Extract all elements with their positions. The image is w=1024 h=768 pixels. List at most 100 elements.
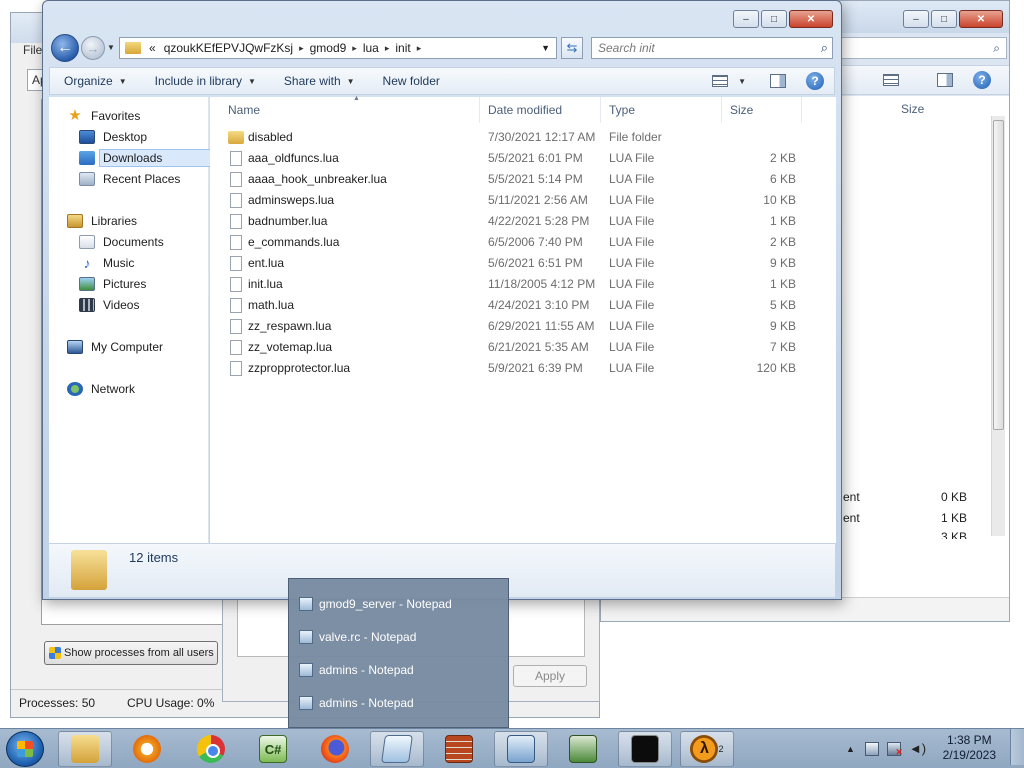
file-row[interactable]: badnumber.lua 4/22/2021 5:28 PM LUA File 1 … xyxy=(210,211,836,232)
column-header-type[interactable]: Type xyxy=(601,97,722,123)
address-bar[interactable]: « qzoukKEfEPVJQwFzKsj ▸ gmod9 ▸ lua ▸ in… xyxy=(119,37,557,59)
column-header-name[interactable]: Name ▲ xyxy=(220,95,480,123)
popup-item-notepad[interactable]: gmod9_server - Notepad xyxy=(299,591,499,617)
search-icon[interactable]: ⌕ xyxy=(821,40,828,56)
start-button[interactable] xyxy=(6,731,44,767)
breadcrumb-separator-icon[interactable]: ▸ xyxy=(383,43,392,54)
column-header-date[interactable]: Date modified xyxy=(480,97,601,123)
popup-item-notepad[interactable]: admins - Notepad xyxy=(299,657,499,683)
file-row[interactable]: aaaa_hook_unbreaker.lua 5/5/2021 5:14 PM L… xyxy=(210,169,836,190)
file-name: ent.lua xyxy=(248,256,285,270)
action-center-icon[interactable] xyxy=(864,742,879,756)
change-view-icon[interactable] xyxy=(712,75,729,87)
taskbar-half-life-2[interactable]: λ 2 xyxy=(680,731,734,767)
share-with-button[interactable]: Share with ▼ xyxy=(270,74,369,88)
close-icon[interactable]: ✕ xyxy=(789,10,833,28)
nav-item-favorites[interactable]: ★ Favorites xyxy=(67,106,225,126)
taskbar-notepad[interactable] xyxy=(370,731,424,767)
show-desktop-button[interactable] xyxy=(1010,729,1024,765)
background-size-header[interactable]: Size xyxy=(901,102,924,116)
file-size: 120 KB xyxy=(756,361,796,375)
apply-button[interactable]: Apply xyxy=(513,665,587,687)
taskbar-csharp-ide[interactable]: C# xyxy=(246,731,300,767)
file-name: e_commands.lua xyxy=(248,235,340,249)
share-label: Share with xyxy=(283,74,341,88)
file-row[interactable]: e_commands.lua 6/5/2006 7:40 PM LUA File 2 … xyxy=(210,232,836,253)
forward-button[interactable]: → xyxy=(81,36,105,60)
breadcrumb-segment[interactable]: init xyxy=(391,41,414,55)
file-row[interactable]: disabled 7/30/2021 12:17 AM File folder xyxy=(210,127,836,148)
taskbar-file-explorer[interactable] xyxy=(58,731,112,767)
file-row[interactable]: adminsweps.lua 5/11/2021 2:56 AM LUA File 1… xyxy=(210,190,836,211)
maximize-icon[interactable]: □ xyxy=(931,10,957,28)
clock[interactable]: 1:38 PM 2/19/2023 xyxy=(943,733,996,763)
breadcrumb-separator-icon[interactable]: ▸ xyxy=(415,43,424,54)
file-row[interactable]: zzpropprotector.lua 5/9/2021 6:39 PM LUA F… xyxy=(210,358,836,379)
breadcrumb-separator-icon[interactable]: ▸ xyxy=(297,43,306,54)
background-row-size: 0 KB xyxy=(941,490,968,504)
notepad-icon xyxy=(299,630,313,644)
background-search-input[interactable]: ⌕ xyxy=(841,37,1007,59)
refresh-button[interactable]: ⇆ xyxy=(561,37,583,59)
minimize-icon[interactable]: – xyxy=(903,10,929,28)
search-input[interactable]: Search init ⌕ xyxy=(591,37,833,59)
maximize-icon[interactable]: □ xyxy=(761,10,787,28)
organize-button[interactable]: Organize ▼ xyxy=(50,74,141,88)
new-folder-button[interactable]: New folder xyxy=(369,74,454,88)
file-row[interactable]: init.lua 11/18/2005 4:12 PM LUA File 1 KB xyxy=(210,274,836,295)
taskbar-firefox[interactable] xyxy=(308,731,362,767)
firefox-icon xyxy=(321,735,349,763)
help-icon[interactable]: ? xyxy=(973,71,991,89)
file-row[interactable]: aaa_oldfuncs.lua 5/5/2021 6:01 PM LUA File… xyxy=(210,148,836,169)
nav-item-label: Recent Places xyxy=(103,172,181,186)
preview-pane-icon[interactable] xyxy=(770,74,786,88)
breadcrumb-segment[interactable]: lua xyxy=(359,41,383,55)
file-row[interactable]: ent.lua 5/6/2021 6:51 PM LUA File 9 KB xyxy=(210,253,836,274)
breadcrumb-overflow[interactable]: « xyxy=(145,41,160,55)
file-date: 4/22/2021 5:28 PM xyxy=(488,214,590,228)
file-name: zz_respawn.lua xyxy=(248,319,332,333)
file-list: Name ▲ Date modified Type Size disabled 7… xyxy=(210,95,836,543)
preview-pane-icon[interactable] xyxy=(937,73,953,87)
task-manager-menu-file[interactable]: File xyxy=(23,43,42,57)
address-dropdown-icon[interactable]: ▼ xyxy=(535,43,556,53)
nav-item-network[interactable]: Network xyxy=(67,379,225,399)
file-row[interactable]: zz_votemap.lua 6/21/2021 5:35 AM LUA File 7… xyxy=(210,337,836,358)
column-header-size[interactable]: Size xyxy=(722,97,802,123)
close-icon[interactable]: ✕ xyxy=(959,10,1003,28)
taskbar-network-monitor[interactable] xyxy=(556,731,610,767)
taskbar-firewall[interactable] xyxy=(432,731,486,767)
recent-pages-dropdown[interactable]: ▼ xyxy=(107,43,115,52)
breadcrumb-separator-icon[interactable]: ▸ xyxy=(350,43,359,54)
show-hidden-icons-icon[interactable]: ▲ xyxy=(846,744,855,754)
back-button[interactable]: ← xyxy=(51,34,79,62)
scrollbar-thumb[interactable] xyxy=(993,120,1004,430)
background-horizontal-scrollbar[interactable] xyxy=(601,597,1009,621)
nav-item-my-computer[interactable]: My Computer xyxy=(67,337,225,357)
computer-icon xyxy=(67,340,83,354)
breadcrumb-segment[interactable]: gmod9 xyxy=(306,41,351,55)
file-row[interactable]: math.lua 4/24/2021 3:10 PM LUA File 5 KB xyxy=(210,295,836,316)
popup-item-notepad[interactable]: admins - Notepad xyxy=(299,690,499,716)
breadcrumb-segment[interactable]: qzoukKEfEPVJQwFzKsj xyxy=(160,41,297,55)
popup-item-notepad[interactable]: valve.rc - Notepad xyxy=(299,624,499,650)
background-scrollbar[interactable] xyxy=(991,116,1005,536)
minimize-icon[interactable]: – xyxy=(733,10,759,28)
chevron-down-icon[interactable]: ▼ xyxy=(738,77,746,86)
view-icon[interactable] xyxy=(883,74,899,86)
include-in-library-button[interactable]: Include in library ▼ xyxy=(141,74,270,88)
file-name: zz_votemap.lua xyxy=(248,340,333,354)
file-row[interactable]: zz_respawn.lua 6/29/2021 11:55 AM LUA File… xyxy=(210,316,836,337)
network-status-icon[interactable]: ✕ xyxy=(886,742,903,757)
volume-icon[interactable]: ◄) xyxy=(909,742,926,756)
half-life-2-badge: 2 xyxy=(718,744,724,754)
taskbar-chrome[interactable] xyxy=(184,731,238,767)
windows-logo-icon xyxy=(17,741,33,757)
help-icon[interactable]: ? xyxy=(806,72,824,90)
show-all-processes-button[interactable]: Show processes from all users xyxy=(44,641,218,665)
file-type: LUA File xyxy=(609,319,655,333)
taskbar-media-player[interactable] xyxy=(120,731,174,767)
nav-item-libraries[interactable]: Libraries xyxy=(67,211,225,231)
taskbar-command-prompt[interactable] xyxy=(618,731,672,767)
taskbar-task-manager[interactable] xyxy=(494,731,548,767)
